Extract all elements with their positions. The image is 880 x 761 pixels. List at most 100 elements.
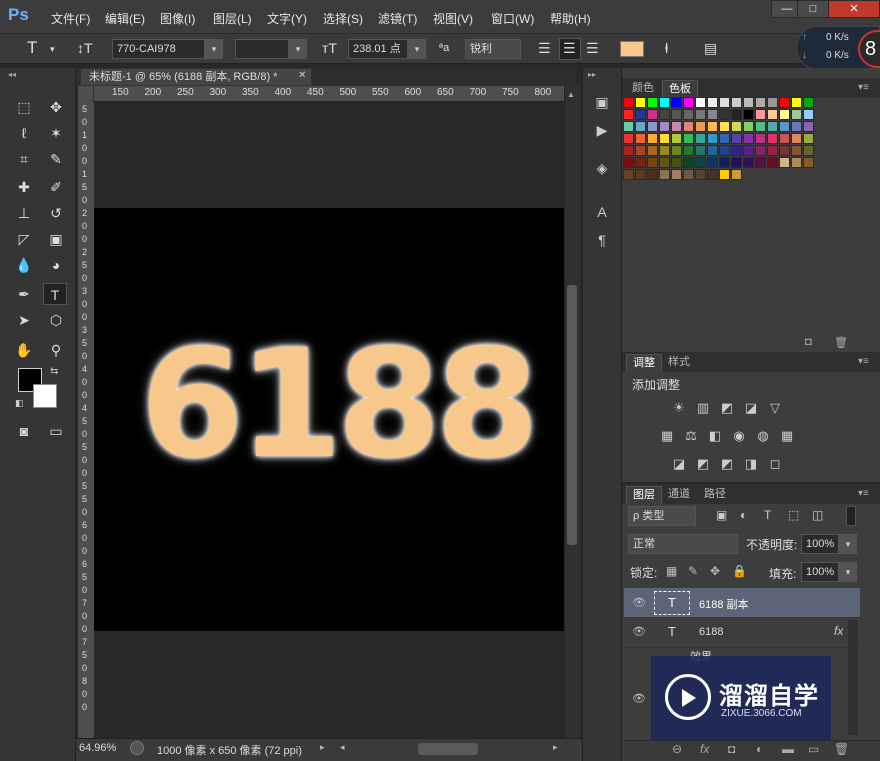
fill-dropdown-icon[interactable]: ▾ [839, 562, 857, 582]
color-swatch[interactable] [635, 145, 646, 156]
color-swatch[interactable] [623, 97, 634, 108]
color-swatch[interactable] [731, 145, 742, 156]
color-swatch[interactable] [779, 109, 790, 120]
visibility-eye-icon[interactable]: 👁 [632, 692, 646, 705]
hand-tool-icon[interactable]: ✋ [12, 339, 36, 361]
color-swatch[interactable] [671, 133, 682, 144]
color-swatch[interactable] [719, 157, 730, 168]
new-group-icon[interactable]: ▬ [782, 742, 794, 756]
pen-tool-icon[interactable]: ✒ [12, 283, 36, 305]
lock-all-icon[interactable]: 🔒 [732, 564, 747, 578]
color-swatch[interactable] [779, 97, 790, 108]
dodge-tool-icon[interactable]: ◕ [44, 254, 68, 276]
channel-mixer-icon[interactable]: ◍ [755, 429, 771, 443]
add-mask-icon[interactable]: ◘ [728, 742, 735, 756]
link-layers-icon[interactable]: ⊖ [672, 742, 682, 756]
font-size-dropdown-icon[interactable]: ▾ [408, 39, 426, 59]
magic-wand-tool-icon[interactable]: ✶ [44, 122, 68, 144]
color-swatch[interactable] [671, 97, 682, 108]
ruler-origin[interactable] [78, 86, 94, 102]
color-swatch[interactable] [731, 109, 742, 120]
font-family-dropdown-icon[interactable]: ▾ [205, 39, 223, 59]
move-tool-icon[interactable]: ✥ [44, 96, 68, 118]
new-adjustment-layer-icon[interactable]: ◐ [756, 742, 763, 756]
gradient-map-icon[interactable]: ◻ [767, 457, 783, 471]
swap-colors-icon[interactable]: ⇆ [50, 366, 58, 377]
color-swatch[interactable] [743, 109, 754, 120]
color-swatch[interactable] [767, 121, 778, 132]
color-swatch[interactable] [623, 121, 634, 132]
color-swatch[interactable] [647, 157, 658, 168]
menu-edit[interactable]: 编辑(E) [105, 10, 145, 27]
color-swatch[interactable] [767, 133, 778, 144]
gradient-tool-icon[interactable]: ▣ [44, 228, 68, 250]
color-swatch[interactable] [659, 109, 670, 120]
blend-mode-select[interactable]: 正常 [628, 534, 738, 554]
fill-field[interactable]: 100% [801, 562, 839, 582]
lasso-tool-icon[interactable]: ℓ [12, 122, 36, 144]
tab-color[interactable]: 颜色 [626, 80, 660, 98]
tab-styles[interactable]: 样式 [662, 354, 696, 372]
color-swatch[interactable] [743, 145, 754, 156]
color-swatch[interactable] [767, 109, 778, 120]
collapse-tools-icon[interactable]: ◂◂ [8, 70, 16, 79]
color-swatch[interactable] [743, 97, 754, 108]
lock-image-icon[interactable]: ✎ [688, 564, 698, 578]
color-swatch[interactable] [635, 133, 646, 144]
color-swatch[interactable] [647, 133, 658, 144]
color-swatch[interactable] [731, 121, 742, 132]
photo-filter-icon[interactable]: ◉ [731, 429, 747, 443]
color-swatch[interactable] [791, 145, 802, 156]
opacity-dropdown-icon[interactable]: ▾ [839, 534, 857, 554]
color-swatch[interactable] [779, 157, 790, 168]
visibility-eye-icon[interactable]: 👁 [632, 625, 646, 638]
color-swatch[interactable] [755, 145, 766, 156]
color-swatch[interactable] [791, 157, 802, 168]
color-swatch[interactable] [635, 109, 646, 120]
add-layer-style-icon[interactable]: fx [700, 742, 709, 756]
vertical-scroll-thumb[interactable] [567, 285, 577, 545]
marquee-tool-icon[interactable]: ⬚ [12, 96, 36, 118]
healing-brush-tool-icon[interactable]: ✚ [12, 176, 36, 198]
selective-color-icon[interactable]: ◨ [743, 457, 759, 471]
color-swatch[interactable] [683, 109, 694, 120]
color-swatch[interactable] [779, 145, 790, 156]
layers-scrollbar[interactable] [848, 620, 858, 735]
vibrance-icon[interactable]: ▽ [767, 401, 783, 415]
toggle-text-orientation-icon[interactable]: ↕T [77, 40, 93, 56]
color-swatch[interactable] [731, 157, 742, 168]
zoom-level[interactable]: 64.96% [79, 742, 116, 754]
tool-preset-dropdown-icon[interactable]: ▾ [50, 44, 55, 55]
menu-select[interactable]: 选择(S) [323, 10, 363, 27]
threshold-icon[interactable]: ◩ [719, 457, 735, 471]
color-swatch[interactable] [635, 121, 646, 132]
color-swatch[interactable] [743, 157, 754, 168]
menu-file[interactable]: 文件(F) [51, 10, 90, 27]
color-swatch[interactable] [791, 97, 802, 108]
crop-tool-icon[interactable]: ⌗ [12, 148, 36, 170]
font-style-dropdown-icon[interactable]: ▾ [289, 39, 307, 59]
zoom-tool-icon[interactable]: ⚲ [44, 339, 68, 361]
menu-layer[interactable]: 图层(L) [213, 10, 252, 27]
color-swatch[interactable] [719, 121, 730, 132]
color-swatch[interactable] [683, 169, 694, 180]
align-right-icon[interactable]: ☰ [586, 40, 599, 57]
character-panel-icon[interactable]: ▤ [704, 40, 717, 57]
tab-swatches[interactable]: 色板 [662, 80, 698, 98]
actions-panel-icon[interactable]: ▶ [587, 118, 617, 142]
color-swatch[interactable] [731, 169, 742, 180]
color-swatch[interactable] [803, 97, 814, 108]
layer-name[interactable]: 6188 [699, 626, 723, 638]
hue-saturation-icon[interactable]: ▦ [659, 429, 675, 443]
path-selection-tool-icon[interactable]: ➤ [12, 309, 36, 331]
color-swatch[interactable] [683, 121, 694, 132]
horizontal-scroll-thumb[interactable] [418, 743, 478, 755]
color-swatch[interactable] [803, 145, 814, 156]
color-swatch[interactable] [659, 97, 670, 108]
delete-layer-icon[interactable]: 🗑 [834, 742, 849, 756]
color-lookup-icon[interactable]: ▦ [779, 429, 795, 443]
lock-transparent-icon[interactable]: ▦ [666, 564, 677, 578]
color-balance-icon[interactable]: ⚖ [683, 429, 699, 443]
tab-paths[interactable]: 路径 [698, 486, 732, 504]
warp-text-icon[interactable]: ⱡ [665, 40, 668, 56]
